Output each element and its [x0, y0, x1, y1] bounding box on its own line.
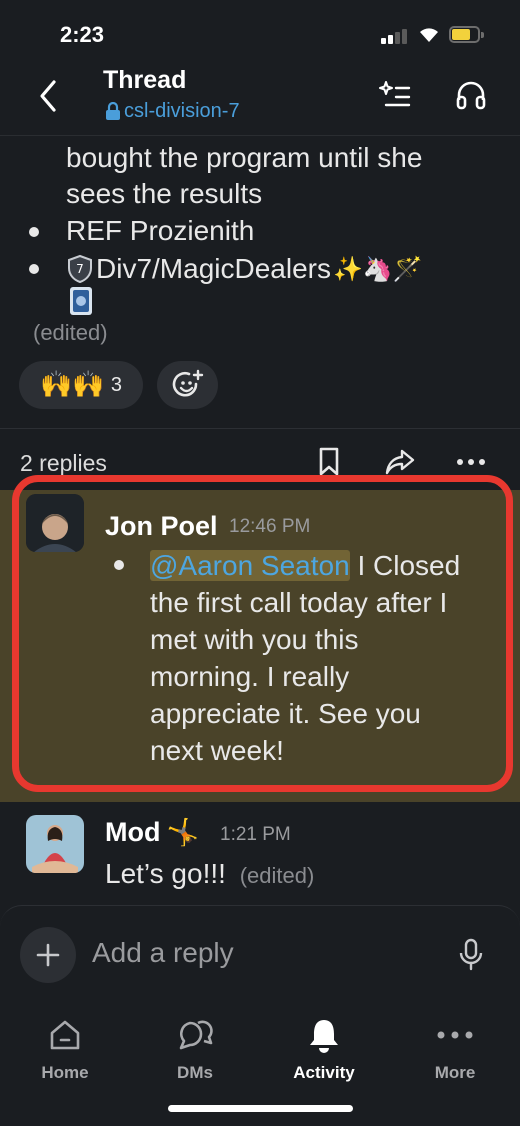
status-time: 2:23 [60, 22, 105, 47]
bullet-dot [29, 264, 39, 274]
tab-dms[interactable]: DMs [140, 1013, 250, 1087]
bullet-item: 7 Div7/MagicDealers ✨🦄🪄 [66, 251, 423, 287]
tab-bar: Home DMs Activity More [0, 1005, 520, 1126]
plus-icon [36, 943, 60, 967]
bullet-item: REF Prozienith [66, 215, 255, 246]
attach-button[interactable] [20, 927, 76, 983]
tab-label: Activity [293, 1063, 355, 1082]
share-icon[interactable] [384, 446, 416, 478]
more-icon [437, 1031, 473, 1039]
bookmark-icon[interactable] [317, 446, 341, 478]
replies-count: 2 replies [20, 450, 107, 476]
annotation-highlight-box [12, 475, 513, 792]
bell-icon [310, 1020, 338, 1053]
reaction-count: 3 [110, 373, 122, 396]
reply-author[interactable]: Mod [105, 817, 160, 848]
reply-composer: Add a reply [0, 905, 520, 1005]
add-reaction-button[interactable] [157, 361, 218, 409]
tab-home[interactable]: Home [10, 1013, 120, 1087]
cellular-signal-icon [381, 28, 407, 44]
tab-label: DMs [177, 1063, 213, 1082]
tab-more[interactable]: More [400, 1013, 510, 1087]
message-text-line: sees the results [66, 178, 263, 209]
divider [0, 428, 520, 429]
lock-icon [106, 102, 120, 120]
page-title: Thread [103, 66, 187, 94]
reply-input[interactable]: Add a reply [92, 937, 234, 969]
bullet-dot [29, 227, 39, 237]
battery-icon [449, 26, 484, 43]
reaction-pill[interactable]: 🙌🙌 3 [19, 361, 143, 409]
avatar-image [26, 815, 84, 873]
home-icon [50, 1020, 80, 1050]
reply-author-row: Mod 🤸 [105, 817, 199, 848]
svg-text:7: 7 [76, 262, 84, 276]
microphone-icon[interactable] [458, 938, 484, 972]
tab-activity[interactable]: Activity [269, 1013, 379, 1087]
tab-label: Home [41, 1063, 89, 1082]
wifi-icon [420, 28, 438, 42]
more-actions-icon[interactable] [455, 446, 487, 478]
avatar[interactable] [26, 815, 84, 873]
bullet-emojis: ✨🦄🪄 [332, 255, 423, 283]
thread-summary-icon[interactable] [378, 78, 412, 112]
author-emoji: 🤸 [166, 817, 199, 848]
reply-timestamp: 1:21 PM [220, 824, 291, 845]
tab-label: More [434, 1063, 476, 1082]
home-indicator [168, 1105, 353, 1112]
message-text-line: bought the program until she [66, 142, 423, 173]
raised-hands-emoji: 🙌🙌 [40, 370, 105, 400]
back-chevron-icon[interactable] [34, 78, 64, 114]
status-bar: 2:23 [0, 0, 520, 66]
reply-body: Let’s go!!! (edited) [105, 858, 315, 889]
edited-label: (edited) [239, 863, 315, 888]
headphones-icon[interactable] [454, 78, 488, 112]
edited-label: (edited) [33, 320, 108, 345]
channel-link[interactable]: csl-division-7 [105, 100, 240, 123]
dms-icon [179, 1020, 213, 1050]
thread-header: Thread csl-division-7 [0, 60, 520, 136]
add-reaction-icon [172, 369, 203, 397]
channel-name: csl-division-7 [124, 100, 240, 122]
shield-emoji-icon: 7 [68, 254, 92, 284]
card-emoji-icon [70, 287, 92, 315]
